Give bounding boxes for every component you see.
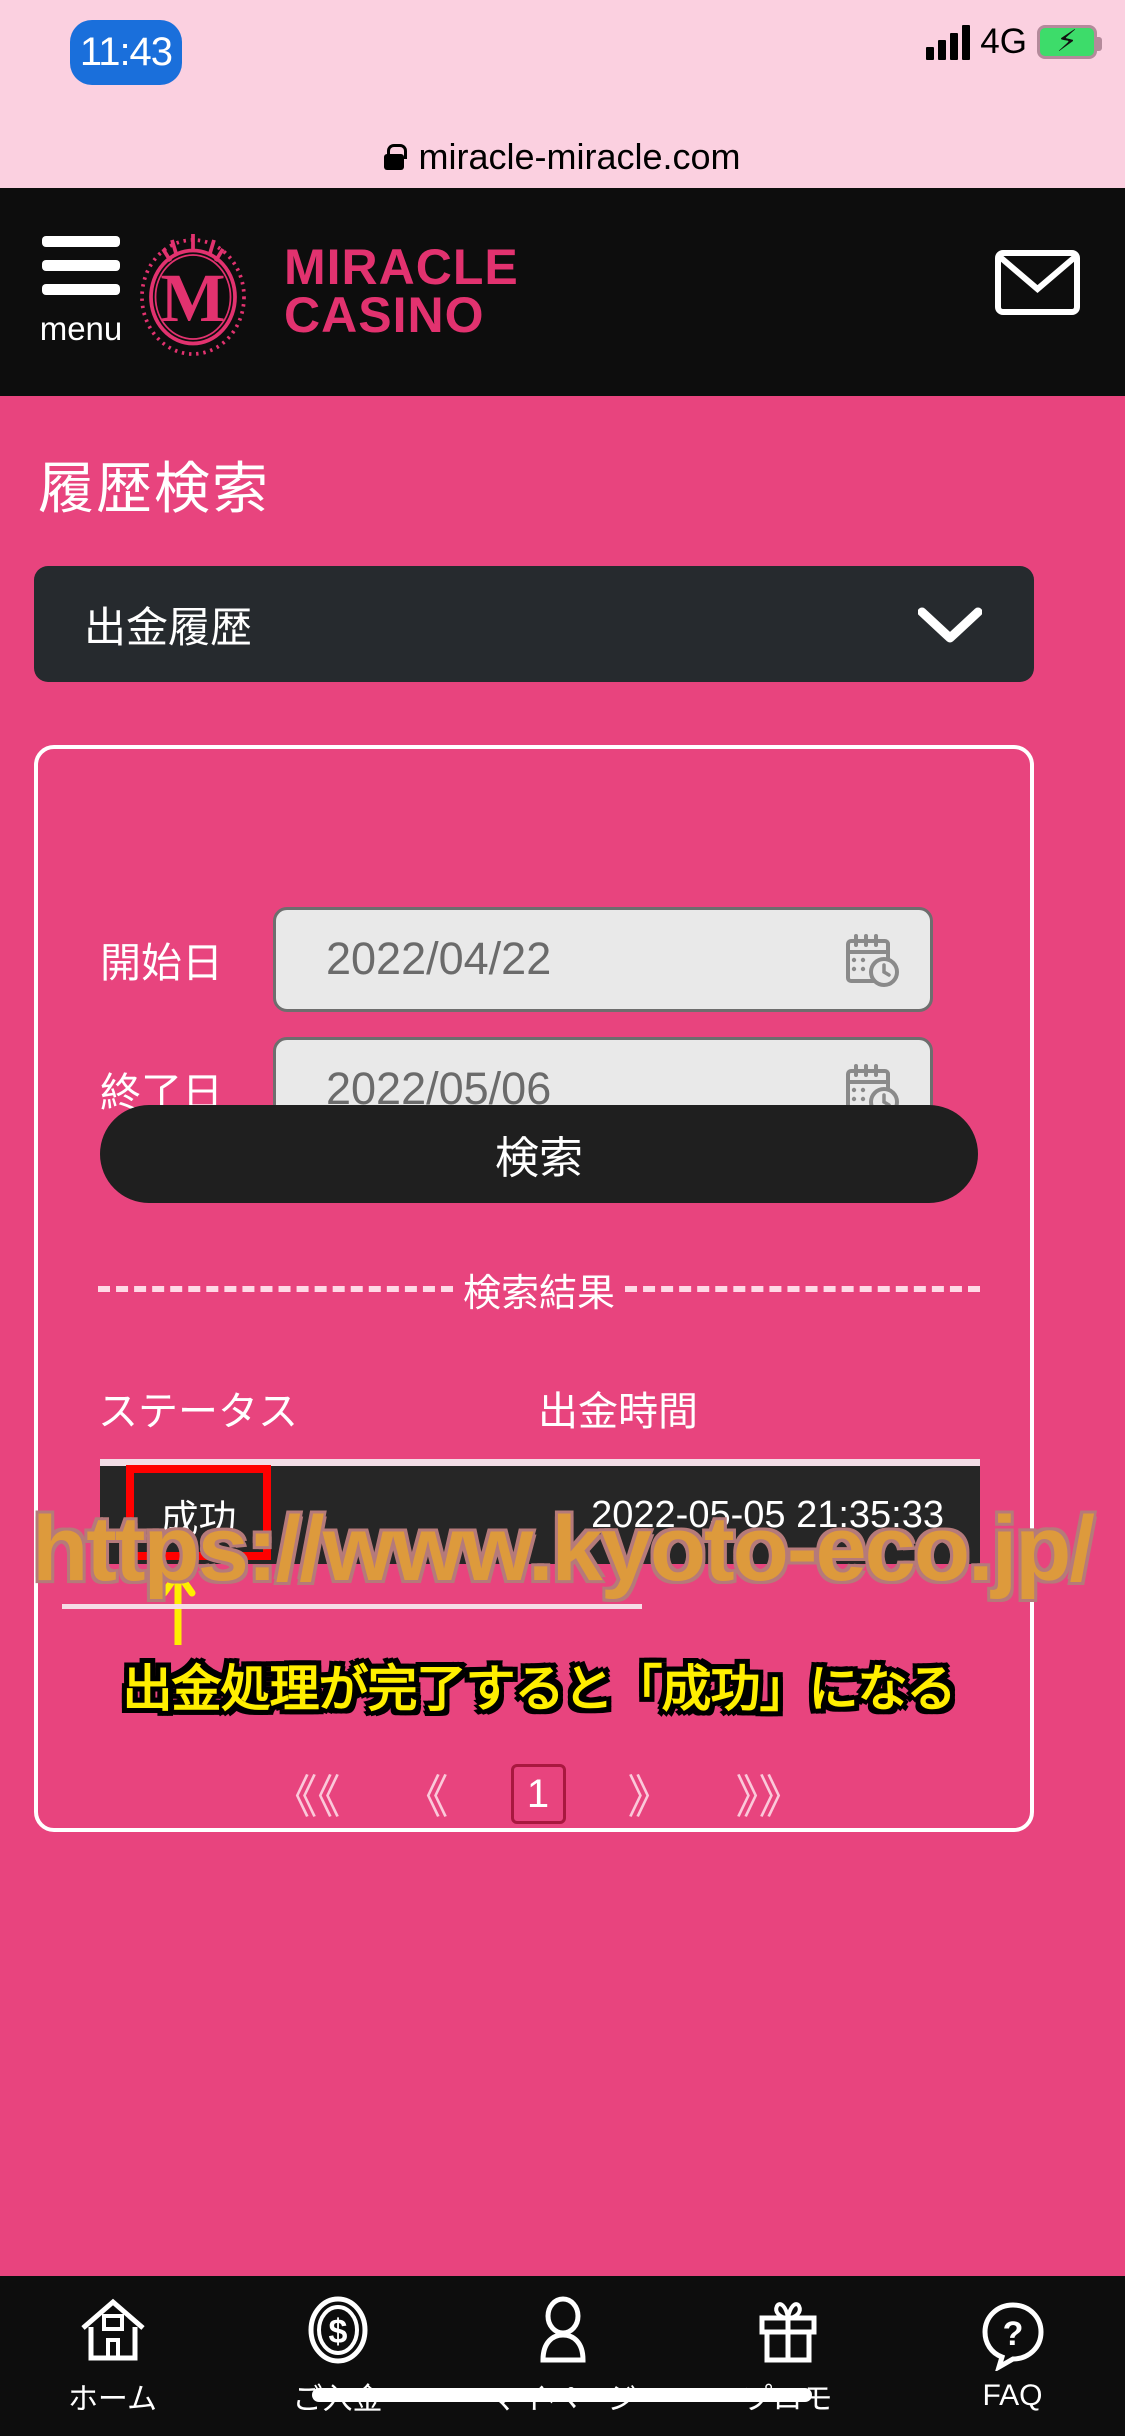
pagination-current-page[interactable]: 1	[510, 1764, 566, 1824]
nav-label-home: ホーム	[67, 2383, 158, 2416]
svg-text:?: ?	[1002, 2315, 1023, 2353]
column-header-status: ステータス	[98, 1390, 298, 1434]
page-title: 履歴検索	[38, 457, 270, 520]
divider-line-right	[625, 1286, 981, 1292]
nav-label-faq: FAQ	[982, 2379, 1043, 2412]
start-date-value: 2022/04/22	[326, 933, 552, 984]
menu-label: menu	[39, 310, 123, 347]
logo-line-2: CASINO	[284, 287, 485, 343]
menu-button[interactable]: menu	[40, 236, 122, 348]
results-table-header: ステータス 出金時間	[98, 1379, 980, 1437]
envelope-icon	[995, 250, 1080, 315]
pagination-next[interactable]: 》	[628, 1761, 674, 1827]
nav-item-home[interactable]: ホーム	[0, 2276, 225, 2436]
site-header: menu M MIRACLE CASINO	[0, 188, 1125, 396]
calendar-clock-icon	[846, 933, 899, 987]
history-type-value: 出金履歴	[84, 603, 253, 651]
site-logo[interactable]: M MIRACLE CASINO	[118, 216, 519, 366]
logo-wordmark: MIRACLE CASINO	[284, 239, 519, 343]
dollar-coin-icon: $	[308, 2296, 367, 2364]
status-highlight-box	[126, 1465, 271, 1560]
page-content: 履歴検索 出金履歴 開始日 2022/04/22 終了日 2022/05/06 …	[0, 396, 1125, 2384]
miracle-casino-emblem-icon: M	[140, 234, 246, 356]
status-indicators: 4G ⚡	[926, 22, 1102, 62]
svg-text:$: $	[328, 2313, 347, 2351]
gift-icon	[759, 2302, 816, 2363]
battery-charging-icon: ⚡	[1037, 25, 1102, 59]
start-date-label: 開始日	[100, 940, 223, 986]
history-type-select[interactable]: 出金履歴	[34, 566, 1034, 682]
home-indicator	[312, 2388, 812, 2402]
signal-bars-icon	[926, 24, 971, 60]
bottom-navigation: ホーム $ ご入金 マイページ プロモ ? FAQ	[0, 2276, 1125, 2436]
lock-icon	[384, 143, 408, 170]
url-text: miracle-miracle.com	[418, 135, 741, 177]
pagination-last[interactable]: 》》	[736, 1761, 805, 1827]
nav-item-mypage[interactable]: マイページ	[450, 2276, 675, 2436]
status-time: 11:43	[70, 20, 182, 85]
chevron-down-icon	[918, 607, 982, 643]
status-bar: 11:43 4G ⚡	[0, 0, 1125, 125]
svg-text:M: M	[160, 260, 225, 336]
network-type-label: 4G	[980, 22, 1027, 61]
nav-item-deposit[interactable]: $ ご入金	[225, 2276, 450, 2436]
person-icon	[539, 2296, 586, 2363]
hamburger-icon	[42, 236, 120, 308]
status-cell: 成功	[126, 1465, 271, 1560]
logo-line-1: MIRACLE	[284, 239, 519, 295]
pagination-first[interactable]: 《《	[272, 1761, 341, 1827]
column-header-time: 出金時間	[538, 1390, 698, 1434]
results-divider: 検索結果	[98, 1269, 981, 1315]
pagination-prev[interactable]: 《	[403, 1761, 449, 1827]
start-date-input[interactable]: 2022/04/22	[273, 906, 933, 1012]
table-row[interactable]: 成功 2022-05-05 21:35:33	[100, 1465, 980, 1564]
divider-line-left	[98, 1286, 453, 1292]
nav-item-promo[interactable]: プロモ	[675, 2276, 900, 2436]
mail-button[interactable]	[995, 250, 1080, 315]
home-icon	[80, 2298, 145, 2361]
annotation-text: 出金処理が完了すると「成功」になる	[122, 1661, 957, 1717]
start-date-row: 開始日 2022/04/22	[38, 904, 1038, 1014]
pagination: 《《 《 1 》 》》	[98, 1749, 978, 1839]
question-bubble-icon: ?	[981, 2302, 1044, 2371]
browser-url-bar[interactable]: miracle-miracle.com	[0, 125, 1125, 188]
withdrawal-time-value: 2022-05-05 21:35:33	[591, 1493, 944, 1536]
nav-item-faq[interactable]: ? FAQ	[900, 2276, 1125, 2436]
watermark-underline	[62, 1604, 642, 1609]
search-button[interactable]: 検索	[100, 1105, 978, 1203]
results-divider-label: 検索結果	[463, 1272, 616, 1315]
search-card: 開始日 2022/04/22 終了日 2022/05/06 検索 検索結果 ステ…	[34, 745, 1034, 1832]
